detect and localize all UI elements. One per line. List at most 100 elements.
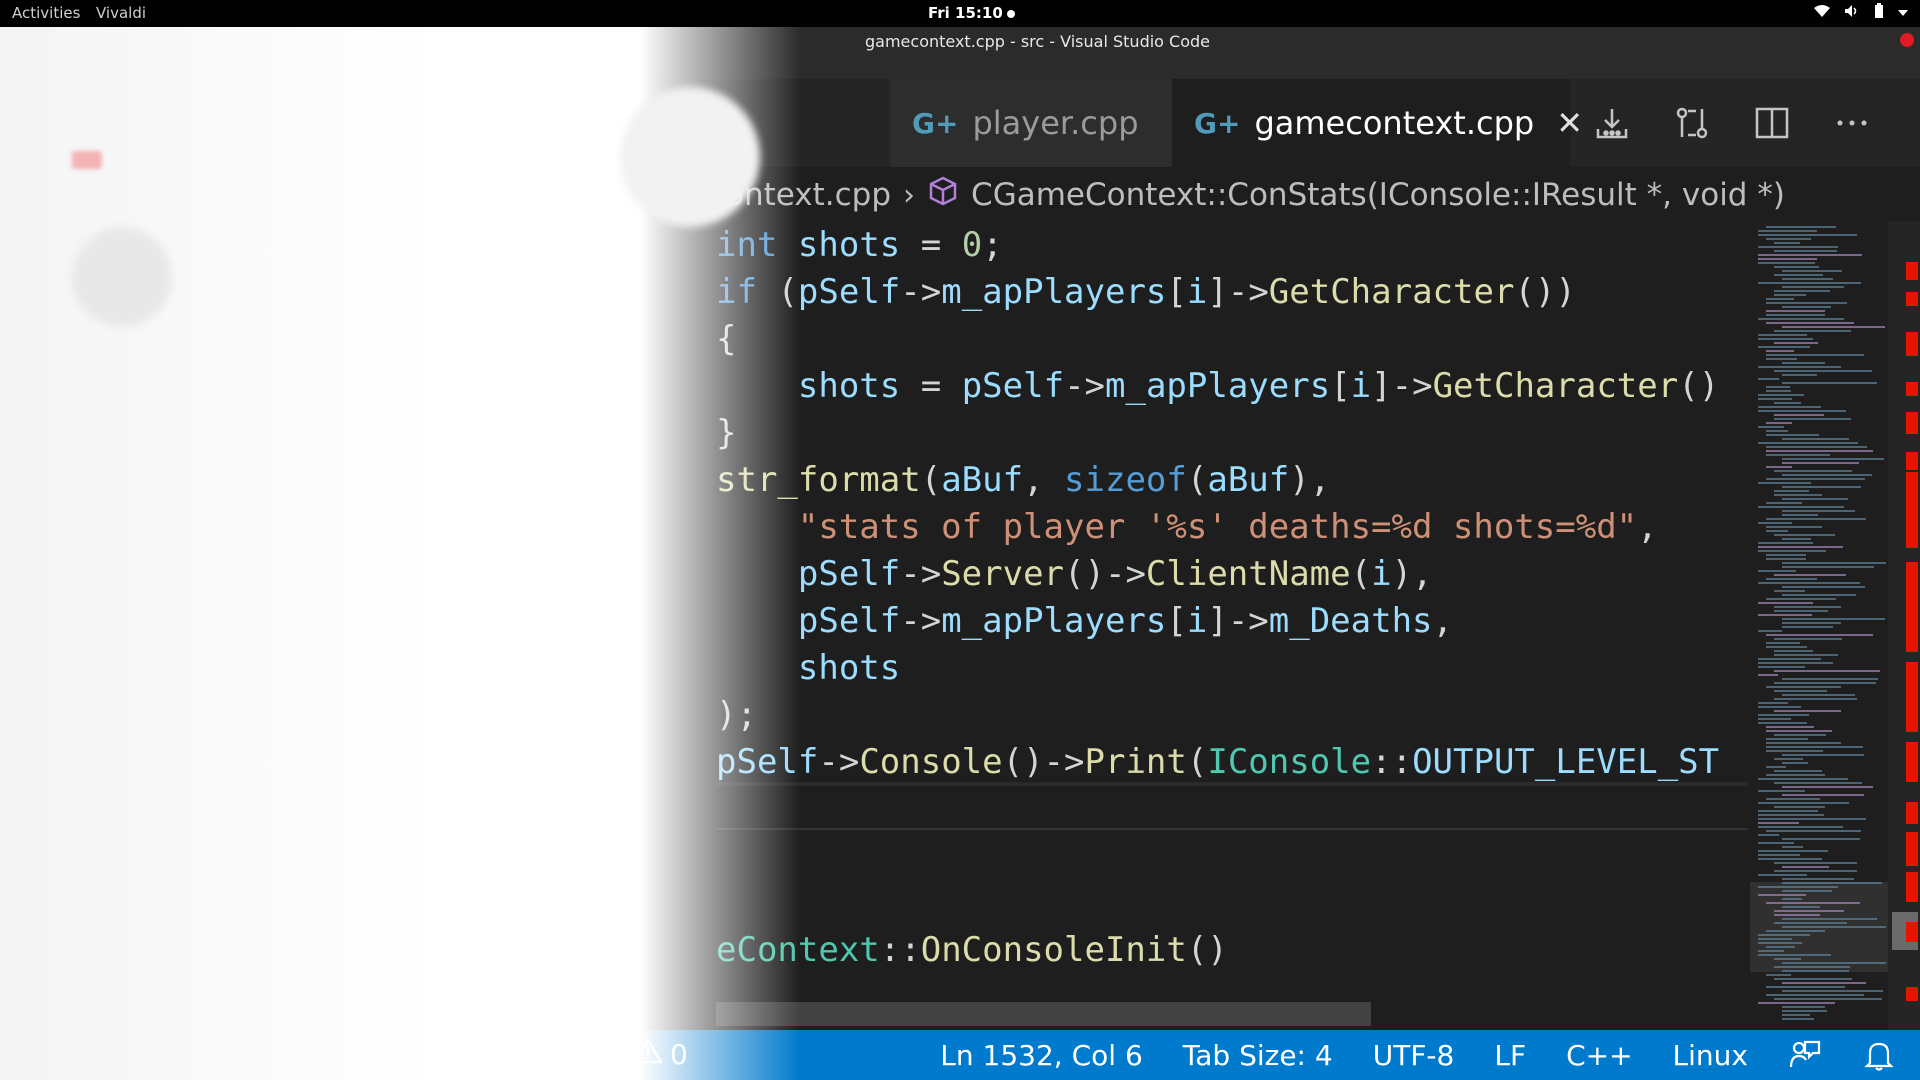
minimap-line — [1766, 390, 1791, 392]
code-line[interactable]: shots = pSelf->m_apPlayers[i]->GetCharac… — [716, 363, 1719, 410]
overview-ruler[interactable] — [1888, 222, 1920, 1030]
minimap-line — [1774, 534, 1835, 536]
minimap-line — [1774, 770, 1822, 772]
error-marker — [1906, 262, 1918, 280]
minimap-line — [1758, 570, 1796, 572]
minimap-line — [1782, 458, 1884, 460]
code-line[interactable]: if (pSelf->m_apPlayers[i]->GetCharacter(… — [716, 269, 1576, 316]
error-marker — [1906, 872, 1918, 902]
minimap-line — [1782, 678, 1878, 680]
minimap-line — [1758, 394, 1804, 396]
minimap-line — [1766, 634, 1873, 636]
minimap-line — [1766, 298, 1794, 300]
bell-icon[interactable] — [1862, 1038, 1896, 1072]
minimap-line — [1758, 406, 1821, 408]
breadcrumb-symbol[interactable]: CGameContext::ConStats(IConsole::IResult… — [971, 177, 1785, 213]
tab-gamecontext-cpp[interactable]: G+ gamecontext.cpp ✕ — [1172, 79, 1583, 167]
minimap-line — [1758, 262, 1815, 264]
minimap-line — [1774, 734, 1826, 736]
minimap-line — [1774, 654, 1838, 656]
status-bar-right: Ln 1532, Col 6 Tab Size: 4 UTF-8 LF C++ … — [940, 1030, 1896, 1080]
minimap-line — [1766, 386, 1790, 388]
tab-size[interactable]: Tab Size: 4 — [1183, 1039, 1333, 1072]
minimap[interactable] — [1750, 222, 1888, 1030]
minimap-line — [1782, 510, 1855, 512]
error-marker — [1906, 472, 1918, 502]
minimap-line — [1774, 698, 1857, 700]
minimap-line — [1766, 930, 1825, 932]
minimap-line — [1758, 346, 1810, 348]
minimap-line — [1774, 806, 1825, 808]
minimap-line — [1766, 322, 1854, 324]
minimap-line — [1758, 822, 1799, 824]
minimap-line — [1782, 990, 1883, 992]
minimap-line — [1782, 866, 1829, 868]
minimap-line — [1782, 1010, 1827, 1012]
code-line[interactable]: str_format(aBuf, sizeof(aBuf), — [716, 457, 1330, 504]
minimap-line — [1782, 926, 1886, 928]
minimap-line — [1782, 498, 1848, 500]
tab-label: gamecontext.cpp — [1254, 104, 1535, 142]
minimap-line — [1758, 246, 1838, 248]
cursor-position[interactable]: Ln 1532, Col 6 — [940, 1039, 1142, 1072]
minimap-line — [1782, 1014, 1810, 1016]
minimap-line — [1782, 794, 1864, 796]
minimap-line — [1782, 306, 1831, 308]
code-line[interactable]: pSelf->m_apPlayers[i]->m_Deaths, — [716, 598, 1453, 645]
minimap-line — [1766, 530, 1788, 532]
end-of-line[interactable]: LF — [1494, 1039, 1526, 1072]
minimap-line — [1782, 362, 1825, 364]
tab-label: player.cpp — [972, 104, 1139, 142]
minimap-line — [1758, 426, 1784, 428]
minimap-line — [1782, 514, 1818, 516]
minimap-line — [1782, 626, 1833, 628]
minimap-line — [1782, 586, 1865, 588]
minimap-line — [1766, 518, 1866, 520]
minimap-line — [1774, 682, 1876, 684]
minimap-line — [1774, 966, 1850, 968]
minimap-line — [1758, 254, 1862, 256]
minimap-line — [1766, 554, 1806, 556]
minimap-line — [1758, 258, 1817, 260]
feedback-icon[interactable] — [1788, 1038, 1822, 1072]
minimap-line — [1766, 302, 1847, 304]
compare-icon[interactable] — [1674, 105, 1710, 141]
minimap-line — [1782, 838, 1860, 840]
minimap-line — [1766, 774, 1825, 776]
tab-player-cpp[interactable]: G+ player.cpp — [890, 79, 1172, 167]
clock[interactable]: Fri 15:10 — [928, 4, 1015, 22]
minimap-line — [1758, 482, 1811, 484]
editor-actions — [1570, 79, 1870, 167]
minimap-line — [1758, 334, 1807, 336]
split-editor-icon[interactable] — [1754, 105, 1790, 141]
minimap-line — [1758, 234, 1857, 236]
error-marker — [1906, 562, 1918, 652]
clock-text: Fri 15:10 — [928, 4, 1003, 22]
system-tray[interactable] — [1814, 3, 1908, 23]
minimap-line — [1774, 870, 1857, 872]
minimap-line — [1774, 250, 1837, 252]
minimap-line — [1758, 954, 1831, 956]
more-actions-icon[interactable] — [1834, 105, 1870, 141]
activities-button[interactable]: Activities — [12, 4, 80, 22]
app-menu[interactable]: Vivaldi — [96, 4, 146, 22]
minimap-line — [1782, 906, 1820, 908]
language-mode[interactable]: C++ — [1566, 1039, 1632, 1072]
minimap-line — [1758, 718, 1791, 720]
code-line[interactable]: "stats of player '%s' deaths=%d shots=%d… — [716, 504, 1658, 551]
file-encoding[interactable]: UTF-8 — [1373, 1039, 1455, 1072]
minimap-line — [1782, 622, 1841, 624]
minimap-line — [1774, 910, 1844, 912]
minimap-line — [1782, 278, 1833, 280]
platform[interactable]: Linux — [1673, 1039, 1748, 1072]
minimap-line — [1774, 242, 1800, 244]
horizontal-scrollbar[interactable] — [716, 1002, 1371, 1026]
code-line[interactable]: pSelf->Console()->Print(IConsole::OUTPUT… — [716, 739, 1719, 786]
minimap-line — [1758, 398, 1792, 400]
minimap-line — [1774, 414, 1824, 416]
open-changes-icon[interactable] — [1594, 105, 1630, 141]
minimap-line — [1766, 434, 1819, 436]
browser-logo — [72, 151, 102, 169]
code-line[interactable]: pSelf->Server()->ClientName(i), — [716, 551, 1433, 598]
window-close-button[interactable] — [1900, 33, 1914, 47]
